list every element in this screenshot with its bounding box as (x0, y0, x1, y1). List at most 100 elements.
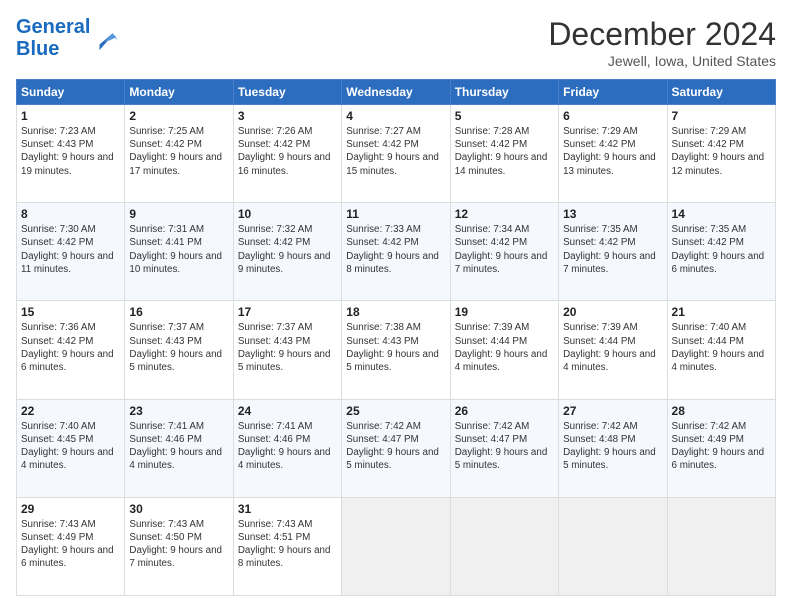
calendar-cell: 15 Sunrise: 7:36 AM Sunset: 4:42 PM Dayli… (17, 301, 125, 399)
day-number: 12 (455, 207, 554, 221)
page: GeneralBlue December 2024 Jewell, Iowa, … (0, 0, 792, 612)
day-number: 22 (21, 404, 120, 418)
calendar-cell: 31 Sunrise: 7:43 AM Sunset: 4:51 PM Dayli… (233, 497, 341, 595)
calendar-cell: 24 Sunrise: 7:41 AM Sunset: 4:46 PM Dayli… (233, 399, 341, 497)
calendar-cell: 30 Sunrise: 7:43 AM Sunset: 4:50 PM Dayli… (125, 497, 233, 595)
day-info: Sunrise: 7:36 AM Sunset: 4:42 PM Dayligh… (21, 321, 120, 374)
day-info: Sunrise: 7:43 AM Sunset: 4:50 PM Dayligh… (129, 518, 228, 571)
calendar-day-header: Thursday (450, 80, 558, 105)
calendar-week-row: 1Sunrise: 7:23 AM Sunset: 4:43 PM Daylig… (17, 105, 776, 203)
logo-icon (92, 24, 120, 52)
calendar-cell: 17 Sunrise: 7:37 AM Sunset: 4:43 PM Dayli… (233, 301, 341, 399)
day-number: 15 (21, 305, 120, 319)
calendar-cell: 29 Sunrise: 7:43 AM Sunset: 4:49 PM Dayli… (17, 497, 125, 595)
calendar-cell: 3 Sunrise: 7:26 AM Sunset: 4:42 PM Daylig… (233, 105, 341, 203)
day-info: Sunrise: 7:26 AM Sunset: 4:42 PM Dayligh… (238, 125, 337, 178)
calendar-day-header: Sunday (17, 80, 125, 105)
calendar-day-header: Saturday (667, 80, 775, 105)
day-info: Sunrise: 7:42 AM Sunset: 4:49 PM Dayligh… (672, 420, 771, 473)
day-info: Sunrise: 7:39 AM Sunset: 4:44 PM Dayligh… (455, 321, 554, 374)
day-number: 17 (238, 305, 337, 319)
calendar-week-row: 15 Sunrise: 7:36 AM Sunset: 4:42 PM Dayli… (17, 301, 776, 399)
day-number: 4 (346, 109, 445, 123)
day-info: Sunrise: 7:43 AM Sunset: 4:49 PM Dayligh… (21, 518, 120, 571)
day-number: 31 (238, 502, 337, 516)
day-info: Sunrise: 7:37 AM Sunset: 4:43 PM Dayligh… (129, 321, 228, 374)
day-info: Sunrise: 7:43 AM Sunset: 4:51 PM Dayligh… (238, 518, 337, 571)
day-info: Sunrise: 7:29 AM Sunset: 4:42 PM Dayligh… (563, 125, 662, 178)
day-info: Sunrise: 7:42 AM Sunset: 4:47 PM Dayligh… (346, 420, 445, 473)
calendar-cell: 4 Sunrise: 7:27 AM Sunset: 4:42 PM Daylig… (342, 105, 450, 203)
calendar-cell (450, 497, 558, 595)
day-number: 29 (21, 502, 120, 516)
day-info: Sunrise: 7:34 AM Sunset: 4:42 PM Dayligh… (455, 223, 554, 276)
day-info: Sunrise: 7:27 AM Sunset: 4:42 PM Dayligh… (346, 125, 445, 178)
calendar-cell (342, 497, 450, 595)
calendar-cell: 9 Sunrise: 7:31 AM Sunset: 4:41 PM Daylig… (125, 203, 233, 301)
calendar-cell: 12 Sunrise: 7:34 AM Sunset: 4:42 PM Dayli… (450, 203, 558, 301)
calendar-cell: 28 Sunrise: 7:42 AM Sunset: 4:49 PM Dayli… (667, 399, 775, 497)
day-number: 26 (455, 404, 554, 418)
day-number: 1 (21, 109, 120, 123)
calendar-cell: 14Sunrise: 7:35 AM Sunset: 4:42 PM Dayli… (667, 203, 775, 301)
day-info: Sunrise: 7:32 AM Sunset: 4:42 PM Dayligh… (238, 223, 337, 276)
day-number: 8 (21, 207, 120, 221)
day-info: Sunrise: 7:40 AM Sunset: 4:44 PM Dayligh… (672, 321, 771, 374)
page-subtitle: Jewell, Iowa, United States (548, 53, 776, 69)
calendar-cell (667, 497, 775, 595)
day-info: Sunrise: 7:31 AM Sunset: 4:41 PM Dayligh… (129, 223, 228, 276)
day-number: 18 (346, 305, 445, 319)
day-info: Sunrise: 7:39 AM Sunset: 4:44 PM Dayligh… (563, 321, 662, 374)
calendar-cell: 7Sunrise: 7:29 AM Sunset: 4:42 PM Daylig… (667, 105, 775, 203)
day-number: 16 (129, 305, 228, 319)
calendar-week-row: 22Sunrise: 7:40 AM Sunset: 4:45 PM Dayli… (17, 399, 776, 497)
calendar-table: SundayMondayTuesdayWednesdayThursdayFrid… (16, 79, 776, 596)
day-number: 10 (238, 207, 337, 221)
calendar-cell: 26Sunrise: 7:42 AM Sunset: 4:47 PM Dayli… (450, 399, 558, 497)
calendar-cell: 18 Sunrise: 7:38 AM Sunset: 4:43 PM Dayli… (342, 301, 450, 399)
calendar-cell: 5 Sunrise: 7:28 AM Sunset: 4:42 PM Daylig… (450, 105, 558, 203)
calendar-cell: 22Sunrise: 7:40 AM Sunset: 4:45 PM Dayli… (17, 399, 125, 497)
title-block: December 2024 Jewell, Iowa, United State… (548, 16, 776, 69)
day-info: Sunrise: 7:41 AM Sunset: 4:46 PM Dayligh… (238, 420, 337, 473)
day-info: Sunrise: 7:25 AM Sunset: 4:42 PM Dayligh… (129, 125, 228, 178)
day-number: 21 (672, 305, 771, 319)
day-number: 2 (129, 109, 228, 123)
calendar-cell: 1Sunrise: 7:23 AM Sunset: 4:43 PM Daylig… (17, 105, 125, 203)
day-number: 19 (455, 305, 554, 319)
day-info: Sunrise: 7:33 AM Sunset: 4:42 PM Dayligh… (346, 223, 445, 276)
calendar-cell: 19 Sunrise: 7:39 AM Sunset: 4:44 PM Dayli… (450, 301, 558, 399)
calendar-week-row: 8 Sunrise: 7:30 AM Sunset: 4:42 PM Daylig… (17, 203, 776, 301)
calendar-cell: 21 Sunrise: 7:40 AM Sunset: 4:44 PM Dayli… (667, 301, 775, 399)
day-number: 30 (129, 502, 228, 516)
header: GeneralBlue December 2024 Jewell, Iowa, … (16, 16, 776, 69)
day-info: Sunrise: 7:38 AM Sunset: 4:43 PM Dayligh… (346, 321, 445, 374)
day-info: Sunrise: 7:30 AM Sunset: 4:42 PM Dayligh… (21, 223, 120, 276)
day-number: 9 (129, 207, 228, 221)
day-number: 6 (563, 109, 662, 123)
day-info: Sunrise: 7:37 AM Sunset: 4:43 PM Dayligh… (238, 321, 337, 374)
day-number: 20 (563, 305, 662, 319)
calendar-cell: 6 Sunrise: 7:29 AM Sunset: 4:42 PM Daylig… (559, 105, 667, 203)
day-info: Sunrise: 7:41 AM Sunset: 4:46 PM Dayligh… (129, 420, 228, 473)
calendar-day-header: Friday (559, 80, 667, 105)
logo: GeneralBlue (16, 16, 120, 60)
day-number: 27 (563, 404, 662, 418)
calendar-day-header: Tuesday (233, 80, 341, 105)
day-info: Sunrise: 7:28 AM Sunset: 4:42 PM Dayligh… (455, 125, 554, 178)
day-info: Sunrise: 7:42 AM Sunset: 4:48 PM Dayligh… (563, 420, 662, 473)
calendar-cell: 13Sunrise: 7:35 AM Sunset: 4:42 PM Dayli… (559, 203, 667, 301)
calendar-cell: 8 Sunrise: 7:30 AM Sunset: 4:42 PM Daylig… (17, 203, 125, 301)
day-number: 14 (672, 207, 771, 221)
calendar-header-row: SundayMondayTuesdayWednesdayThursdayFrid… (17, 80, 776, 105)
page-title: December 2024 (548, 16, 776, 53)
calendar-cell: 10 Sunrise: 7:32 AM Sunset: 4:42 PM Dayli… (233, 203, 341, 301)
day-number: 13 (563, 207, 662, 221)
day-number: 3 (238, 109, 337, 123)
day-number: 5 (455, 109, 554, 123)
day-number: 24 (238, 404, 337, 418)
day-number: 28 (672, 404, 771, 418)
logo-text: GeneralBlue (16, 16, 90, 60)
day-number: 11 (346, 207, 445, 221)
calendar-cell: 20 Sunrise: 7:39 AM Sunset: 4:44 PM Dayli… (559, 301, 667, 399)
